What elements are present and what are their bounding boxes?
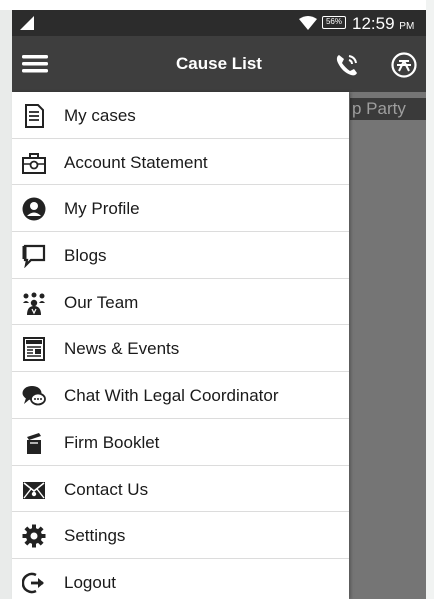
- frame-right: [426, 0, 434, 599]
- drawer-item-label: Account Statement: [64, 152, 208, 172]
- chat-icon: [22, 386, 46, 406]
- call-icon[interactable]: [334, 52, 360, 78]
- drawer-item-logout[interactable]: Logout: [12, 559, 349, 599]
- drawer-item-chat-legal-coordinator[interactable]: Chat With Legal Coordinator: [12, 372, 349, 419]
- drawer-item-label: My Profile: [64, 199, 140, 219]
- drawer-item-my-cases[interactable]: My cases: [12, 92, 349, 139]
- party-header: p Party: [350, 98, 426, 120]
- navigation-drawer: My cases Account Statement My Profile Bl…: [12, 92, 349, 599]
- drawer-item-my-profile[interactable]: My Profile: [12, 185, 349, 233]
- drawer-item-our-team[interactable]: Our Team: [12, 279, 349, 326]
- drawer-item-label: News & Events: [64, 339, 180, 359]
- drawer-item-label: Firm Booklet: [64, 432, 160, 452]
- drawer-item-label: Settings: [64, 526, 126, 546]
- gear-icon: [22, 524, 46, 548]
- drawer-item-firm-booklet[interactable]: Firm Booklet: [12, 419, 349, 466]
- drawer-item-settings[interactable]: Settings: [12, 512, 349, 559]
- document-icon: [25, 104, 44, 128]
- drawer-item-contact-us[interactable]: Contact Us: [12, 466, 349, 513]
- chat-bubble-icon: [22, 244, 46, 269]
- briefcase-icon: [22, 152, 46, 174]
- rupee-circle-icon[interactable]: [390, 51, 418, 79]
- menu-icon[interactable]: [22, 52, 48, 76]
- newspaper-icon: [23, 337, 45, 362]
- phone-screen: 56% 12:59 PM Cause List p Party My cases…: [0, 0, 434, 599]
- envelope-icon: [23, 481, 45, 499]
- drawer-item-account-statement[interactable]: Account Statement: [12, 139, 349, 186]
- drawer-item-label: Our Team: [64, 292, 139, 312]
- time-value: 12:59: [352, 14, 395, 33]
- drawer-item-label: Blogs: [64, 246, 107, 266]
- team-icon: [23, 292, 45, 315]
- app-title: Cause List: [176, 54, 262, 73]
- app-bar: Cause List: [12, 36, 426, 92]
- drawer-item-label: Logout: [64, 572, 116, 592]
- drawer-item-label: Chat With Legal Coordinator: [64, 386, 279, 406]
- drawer-item-news-events[interactable]: News & Events: [12, 325, 349, 373]
- drawer-item-label: Contact Us: [64, 479, 149, 499]
- booklet-icon: [27, 432, 41, 454]
- signal-icon: [20, 16, 34, 30]
- time-ampm: PM: [399, 21, 415, 32]
- status-bar: 56% 12:59 PM: [12, 10, 426, 36]
- logout-icon: [22, 572, 44, 594]
- battery-icon: 56%: [322, 16, 346, 29]
- drawer-item-label: My cases: [64, 106, 136, 125]
- status-time: 12:59 PM: [352, 14, 414, 37]
- drawer-item-blogs[interactable]: Blogs: [12, 232, 349, 279]
- wifi-icon: [299, 16, 317, 30]
- person-icon: [22, 197, 46, 221]
- frame-top: [0, 0, 434, 10]
